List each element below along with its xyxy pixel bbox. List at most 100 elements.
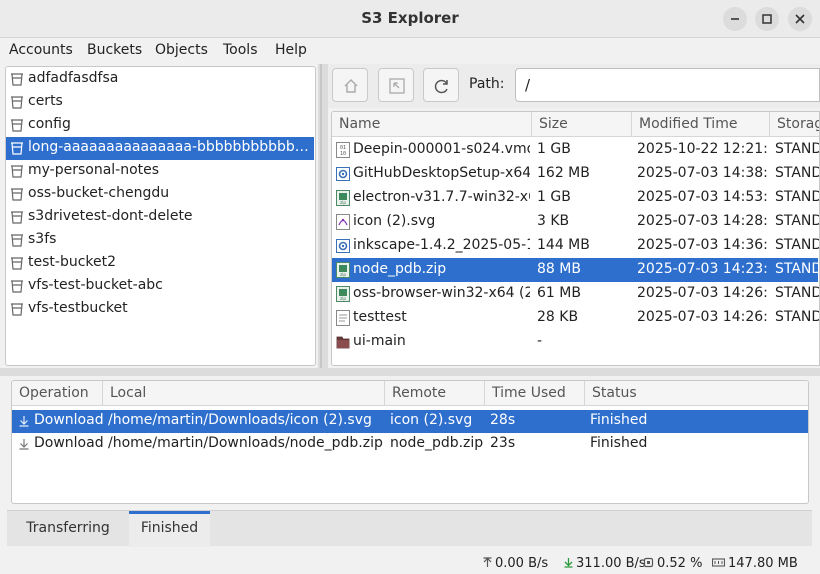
file-row[interactable]: zip node_pdb.zip 88 MB 2025-07-03 14:23:34 S… <box>332 258 819 282</box>
transfer-row[interactable]: Download/home/martin/Downloads/node_pdb.… <box>12 433 808 456</box>
cpu-usage: 0.52 % <box>643 556 702 571</box>
column-modified[interactable]: Modified Time <box>632 112 770 137</box>
horizontal-splitter[interactable] <box>0 368 820 376</box>
download-icon <box>19 415 29 431</box>
close-icon <box>795 14 805 24</box>
column-storage[interactable]: Storage <box>770 112 819 137</box>
zip-file-icon: zip <box>336 190 350 206</box>
menu-objects[interactable]: Objects <box>155 42 208 58</box>
file-row[interactable]: zip electron-v31.7.7-win32-x64.zip 1 GB 202… <box>332 186 819 210</box>
file-modified: 2025-07-03 14:53:18 <box>637 189 767 205</box>
memory-usage-value: 147.80 MB <box>728 556 798 571</box>
refresh-button[interactable] <box>423 68 459 102</box>
transfer-list[interactable]: Operation Local Remote Time Used Status … <box>11 380 809 504</box>
maximize-button[interactable] <box>755 7 779 31</box>
zip-file-icon: zip <box>336 286 350 302</box>
column-operation[interactable]: Operation <box>12 381 103 406</box>
bucket-name: vfs-testbucket <box>28 300 128 316</box>
tab-transferring[interactable]: Transferring <box>7 511 129 547</box>
close-button[interactable] <box>788 7 812 31</box>
tab-finished[interactable]: Finished <box>129 511 210 547</box>
bucket-icon <box>10 96 24 113</box>
bucket-item[interactable]: my-personal-notes <box>6 160 314 183</box>
column-time-used[interactable]: Time Used <box>485 381 585 406</box>
minimize-button[interactable] <box>723 7 747 31</box>
svg-text:zip: zip <box>340 296 346 301</box>
bucket-item[interactable]: long-aaaaaaaaaaaaaaa-bbbbbbbbbbbbbbbb <box>6 137 314 160</box>
bucket-item[interactable]: vfs-testbucket <box>6 298 314 321</box>
menu-accounts[interactable]: Accounts <box>9 42 73 58</box>
file-row[interactable]: inkscape-1.4.2_2025-05-13_f4327f4-x64.ex… <box>332 234 819 258</box>
file-storage-class: STANDARD <box>775 189 819 205</box>
column-name[interactable]: Name <box>332 112 532 137</box>
bucket-item[interactable]: certs <box>6 91 314 114</box>
title-bar: S3 Explorer <box>0 0 820 38</box>
svg-text:10: 10 <box>340 151 346 157</box>
file-row[interactable]: 01 10 Deepin-000001-s024.vmdk 1 GB 2025-10-2… <box>332 138 819 162</box>
file-size: 28 KB <box>537 309 579 325</box>
folder-icon <box>336 334 350 350</box>
bucket-icon <box>10 257 24 274</box>
download-arrow-icon <box>564 558 573 568</box>
bucket-item[interactable]: adfadfasdfsa <box>6 68 314 91</box>
home-button[interactable] <box>332 68 368 102</box>
bucket-name: my-personal-notes <box>28 162 160 178</box>
bucket-name: certs <box>28 93 63 109</box>
file-name: electron-v31.7.7-win32-x64.zip <box>353 189 530 205</box>
transfer-row[interactable]: Download/home/martin/Downloads/icon (2).… <box>12 410 808 433</box>
bucket-item[interactable]: vfs-test-bucket-abc <box>6 275 314 298</box>
bucket-name: long-aaaaaaaaaaaaaaa-bbbbbbbbbbbbbbbb <box>28 139 310 155</box>
file-name: ui-main <box>353 333 406 349</box>
bucket-item[interactable]: config <box>6 114 314 137</box>
bucket-item[interactable]: s3fs <box>6 229 314 252</box>
file-row[interactable]: testtest 28 KB 2025-07-03 14:26:38 STANDARD <box>332 306 819 330</box>
transfer-list-header: Operation Local Remote Time Used Status <box>12 381 808 406</box>
bucket-item[interactable]: s3drivetest-dont-delete <box>6 206 314 229</box>
text-file-icon <box>336 310 350 326</box>
menu-bar: Accounts Buckets Objects Tools Help <box>0 38 820 64</box>
menu-help[interactable]: Help <box>275 42 307 58</box>
home-icon <box>344 79 358 93</box>
file-size: 144 MB <box>537 237 590 253</box>
transfer-time-used: 28s <box>490 412 516 428</box>
file-modified: 2025-07-03 14:26:38 <box>637 309 767 325</box>
file-size: 1 GB <box>537 189 571 205</box>
file-list[interactable]: Name Size Modified Time Storage 0110Deep… <box>331 111 820 366</box>
vertical-splitter[interactable] <box>318 64 328 370</box>
file-name: GitHubDesktopSetup-x64.exe <box>353 165 530 181</box>
column-size[interactable]: Size <box>532 112 632 137</box>
column-remote[interactable]: Remote <box>385 381 485 406</box>
file-size: - <box>537 333 543 349</box>
column-status[interactable]: Status <box>585 381 808 406</box>
bucket-icon <box>10 165 24 182</box>
menu-tools[interactable]: Tools <box>223 42 258 58</box>
bucket-icon <box>10 142 24 159</box>
bucket-item[interactable]: test-bucket2 <box>6 252 314 275</box>
window-title: S3 Explorer <box>361 9 459 27</box>
file-storage-class: STANDARD <box>775 285 819 301</box>
bucket-icon <box>10 211 24 228</box>
path-input[interactable] <box>515 68 820 102</box>
file-storage-class: STANDARD <box>775 309 819 325</box>
bucket-name: vfs-test-bucket-abc <box>28 277 163 293</box>
transfer-remote-name: icon (2).svg <box>390 412 473 428</box>
transfer-local-path: /home/martin/Downloads/node_pdb.zip <box>108 435 383 451</box>
column-local[interactable]: Local <box>103 381 385 406</box>
upload-speed-value: 0.00 B/s <box>495 556 549 571</box>
menu-buckets[interactable]: Buckets <box>87 42 142 58</box>
svg-text:zip: zip <box>340 200 346 205</box>
up-button[interactable] <box>378 68 414 102</box>
file-row[interactable]: GitHubDesktopSetup-x64.exe 162 MB 2025-07-… <box>332 162 819 186</box>
file-row[interactable]: ui-main - <box>332 330 818 354</box>
executable-icon <box>336 238 350 254</box>
file-row[interactable]: zip oss-browser-win32-x64 (2).zip 61 MB 202… <box>332 282 819 306</box>
transfer-status: Finished <box>590 435 648 451</box>
bucket-item[interactable]: oss-bucket-chengdu <box>6 183 314 206</box>
bucket-name: test-bucket2 <box>28 254 117 270</box>
file-storage-class: STANDARD <box>775 141 819 157</box>
file-row[interactable]: icon (2).svg 3 KB 2025-07-03 14:28:03 STAND… <box>332 210 819 234</box>
bucket-list[interactable]: adfadfasdfsa certs config long-aaaaaaaaaaaa… <box>5 66 316 366</box>
bucket-name: s3fs <box>28 231 57 247</box>
file-size: 3 KB <box>537 213 570 229</box>
file-modified: 2025-07-03 14:36:48 <box>637 237 767 253</box>
